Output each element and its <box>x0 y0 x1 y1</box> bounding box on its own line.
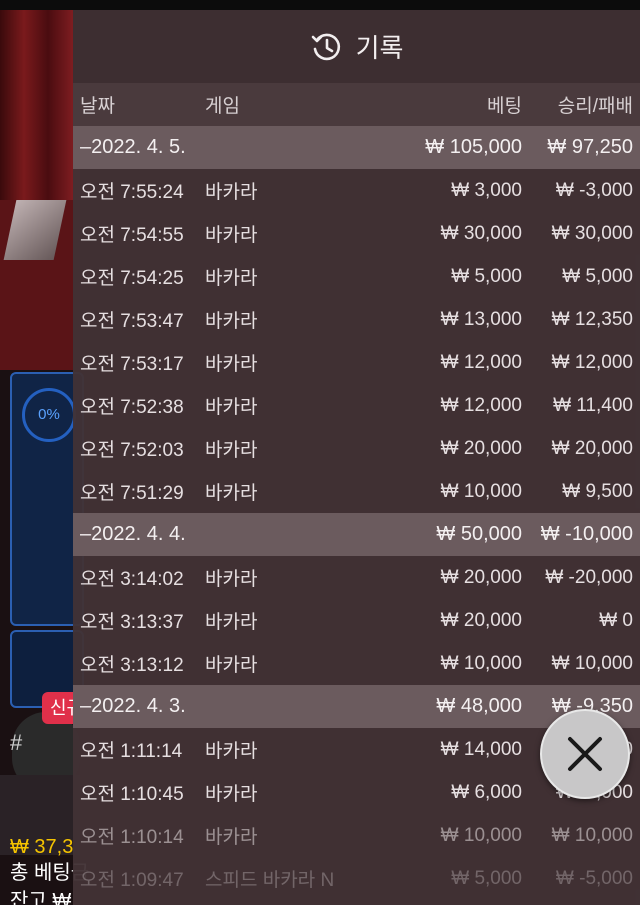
record-bet: ₩ 5,000 <box>451 867 522 889</box>
record-game: 바카라 <box>205 827 258 848</box>
record-time: 오전 1:09:47 <box>80 870 184 891</box>
record-bet: ₩ 12,000 <box>440 351 522 373</box>
record-game: 바카라 <box>205 612 258 633</box>
record-time: 오전 7:53:17 <box>80 354 184 375</box>
record-time: 오전 1:10:45 <box>80 784 184 805</box>
record-game: 바카라 <box>205 354 258 375</box>
close-button[interactable] <box>540 709 630 799</box>
record-game: 바카라 <box>205 182 258 203</box>
record-row[interactable]: 오전 7:52:38 바카라 ₩ 12,000 ₩ 11,400 <box>73 384 640 427</box>
hash-label: # <box>10 730 23 755</box>
column-result: 승리/패배 <box>557 96 633 117</box>
record-bet: ₩ 13,000 <box>440 308 522 330</box>
group-date: –2022. 4. 4. <box>80 523 186 545</box>
record-row[interactable]: 오전 7:51:29 바카라 ₩ 10,000 ₩ 9,500 <box>73 470 640 513</box>
record-row[interactable]: 오전 7:53:17 바카라 ₩ 12,000 ₩ 12,000 <box>73 341 640 384</box>
group-bet-total: ₩ 105,000 <box>425 136 522 158</box>
group-date: –2022. 4. 5. <box>80 136 186 158</box>
record-result: ₩ 9,500 <box>562 480 633 502</box>
record-game: 바카라 <box>205 655 258 676</box>
record-time: 오전 7:51:29 <box>80 483 184 504</box>
record-bet: ₩ 5,000 <box>451 265 522 287</box>
balance-label: 잔고 ₩ <box>10 890 72 905</box>
record-game: 바카라 <box>205 483 258 504</box>
record-game: 바카라 <box>205 741 258 762</box>
record-time: 오전 7:55:24 <box>80 182 184 203</box>
record-game: 바카라 <box>205 440 258 461</box>
record-result: ₩ 12,350 <box>551 308 633 330</box>
record-result: ₩ -3,000 <box>555 179 633 201</box>
record-game: 바카라 <box>205 225 258 246</box>
record-bet: ₩ 20,000 <box>440 609 522 631</box>
column-date: 날짜 <box>80 96 115 117</box>
record-time: 오전 7:52:03 <box>80 440 184 461</box>
group-bet-total: ₩ 50,000 <box>436 523 522 545</box>
record-result: ₩ 12,000 <box>551 351 633 373</box>
record-result: ₩ 11,400 <box>553 394 633 416</box>
record-time: 오전 3:13:12 <box>80 655 184 676</box>
record-bet: ₩ 30,000 <box>440 222 522 244</box>
column-game: 게임 <box>205 96 240 117</box>
history-icon <box>311 33 340 60</box>
record-time: 오전 1:10:14 <box>80 827 184 848</box>
record-result: ₩ 20,000 <box>551 437 633 459</box>
record-result: ₩ 0 <box>599 609 633 631</box>
record-bet: ₩ 10,000 <box>440 652 522 674</box>
record-time: 오전 3:14:02 <box>80 569 184 590</box>
group-result-total: ₩ 97,250 <box>547 136 633 158</box>
group-bet-total: ₩ 48,000 <box>436 695 522 717</box>
record-result: ₩ -20,000 <box>545 566 633 588</box>
record-bet: ₩ 6,000 <box>451 781 522 803</box>
record-row[interactable]: 오전 7:52:03 바카라 ₩ 20,000 ₩ 20,000 <box>73 427 640 470</box>
record-row[interactable]: 오전 3:14:02 바카라 ₩ 20,000 ₩ -20,000 <box>73 556 640 599</box>
record-game: 바카라 <box>205 311 258 332</box>
record-time: 오전 7:54:25 <box>80 268 184 289</box>
close-icon <box>568 737 602 771</box>
drawer-header: 기록 <box>73 10 640 83</box>
record-result: ₩ 10,000 <box>551 824 633 846</box>
group-result-total: ₩ -10,000 <box>540 523 633 545</box>
record-result: ₩ -5,000 <box>555 867 633 889</box>
record-game: 바카라 <box>205 397 258 418</box>
record-row[interactable]: 오전 7:54:25 바카라 ₩ 5,000 ₩ 5,000 <box>73 255 640 298</box>
drawer-title: 기록 <box>355 33 404 63</box>
record-bet: ₩ 10,000 <box>440 480 522 502</box>
record-row[interactable]: 오전 7:54:55 바카라 ₩ 30,000 ₩ 30,000 <box>73 212 640 255</box>
record-bet: ₩ 20,000 <box>440 566 522 588</box>
record-game: 바카라 <box>205 784 258 805</box>
percent-indicator: 0% <box>22 388 76 442</box>
record-time: 오전 7:52:38 <box>80 397 184 418</box>
record-bet: ₩ 10,000 <box>440 824 522 846</box>
record-result: ₩ 10,000 <box>551 652 633 674</box>
record-row[interactable]: 오전 1:10:14 바카라 ₩ 10,000 ₩ 10,000 <box>73 814 640 857</box>
record-bet: ₩ 12,000 <box>440 394 522 416</box>
record-game: 스피드 바카라 N <box>205 870 335 891</box>
column-bet: 베팅 <box>487 96 522 117</box>
record-bet: ₩ 20,000 <box>440 437 522 459</box>
record-time: 오전 7:53:47 <box>80 311 184 332</box>
record-time: 오전 3:13:37 <box>80 612 184 633</box>
record-game: 바카라 <box>205 569 258 590</box>
record-game: 바카라 <box>205 268 258 289</box>
record-bet: ₩ 14,000 <box>440 738 522 760</box>
record-row[interactable]: 오전 7:55:24 바카라 ₩ 3,000 ₩ -3,000 <box>73 169 640 212</box>
record-time: 오전 7:54:55 <box>80 225 184 246</box>
record-row[interactable]: 오전 3:13:12 바카라 ₩ 10,000 ₩ 10,000 <box>73 642 640 685</box>
record-row[interactable]: 오전 7:53:47 바카라 ₩ 13,000 ₩ 12,350 <box>73 298 640 341</box>
group-date: –2022. 4. 3. <box>80 695 186 717</box>
date-group-row[interactable]: –2022. 4. 5. ₩ 105,000 ₩ 97,250 <box>73 126 640 169</box>
record-row[interactable]: 오전 1:09:47 스피드 바카라 N ₩ 5,000 ₩ -5,000 <box>73 857 640 900</box>
record-bet: ₩ 3,000 <box>451 179 522 201</box>
table-header: 날짜 게임 베팅 승리/패배 <box>73 83 640 126</box>
record-result: ₩ 30,000 <box>551 222 633 244</box>
record-result: ₩ 5,000 <box>562 265 633 287</box>
date-group-row[interactable]: –2022. 4. 4. ₩ 50,000 ₩ -10,000 <box>73 513 640 556</box>
record-row[interactable]: 오전 3:13:37 바카라 ₩ 20,000 ₩ 0 <box>73 599 640 642</box>
record-time: 오전 1:11:14 <box>80 741 183 762</box>
status-bar <box>0 0 640 10</box>
